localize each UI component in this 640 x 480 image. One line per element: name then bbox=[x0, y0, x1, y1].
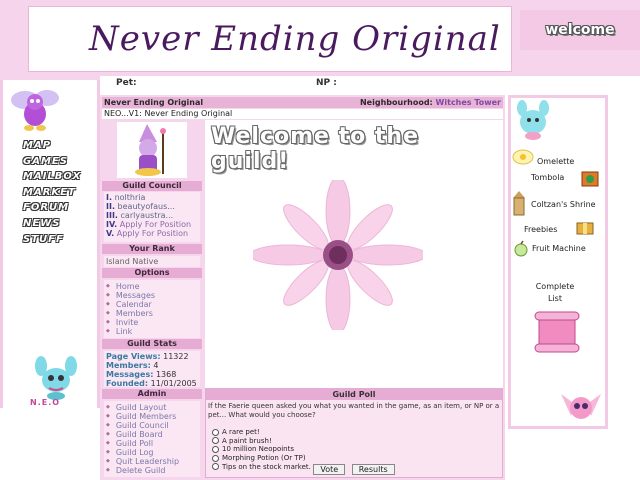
stat-founded: Founded: 11/01/2005 bbox=[106, 379, 197, 388]
council-member: III. carlyaustra... bbox=[106, 211, 174, 220]
neighbourhood-link[interactable]: Witches Tower bbox=[436, 98, 501, 107]
rank-header: Your Rank bbox=[102, 244, 202, 254]
witch-pet-icon bbox=[135, 124, 166, 176]
scroll-icon bbox=[534, 311, 580, 353]
nav-news[interactable]: NEWS bbox=[23, 218, 81, 234]
banner-logo: Never Ending Original bbox=[89, 19, 501, 59]
shrine-icon bbox=[513, 191, 525, 216]
welcome-heading: Welcome to the guild! bbox=[211, 124, 419, 174]
vote-button[interactable]: Vote bbox=[313, 464, 346, 475]
guild-poll: Guild Poll If the Faerie queen asked you… bbox=[205, 388, 503, 478]
admin-list: Guild Layout Guild Members Guild Council… bbox=[104, 401, 200, 477]
complete-list-link[interactable]: Complete List bbox=[530, 281, 580, 305]
admin-guild-poll[interactable]: Guild Poll bbox=[106, 439, 198, 448]
fruit-machine-link[interactable]: Fruit Machine bbox=[532, 244, 586, 253]
poll-option[interactable]: 10 million Neopoints bbox=[212, 445, 311, 454]
bat-pet-icon bbox=[561, 394, 601, 419]
council-member-link[interactable]: nolthria bbox=[115, 193, 146, 202]
poll-buttons: Vote Results bbox=[206, 464, 502, 476]
omelette-link[interactable]: Omelette bbox=[537, 157, 574, 166]
council-member-link[interactable]: beautyofaus... bbox=[118, 202, 175, 211]
poll-option[interactable]: A rare pet! bbox=[212, 428, 311, 437]
option-link[interactable]: Link bbox=[106, 327, 198, 336]
option-home[interactable]: Home bbox=[106, 282, 198, 291]
admin-delete-guild[interactable]: Delete Guild bbox=[106, 466, 198, 475]
admin-guild-members[interactable]: Guild Members bbox=[106, 412, 198, 421]
stat-messages: Messages: 1368 bbox=[106, 370, 177, 379]
apply-position-link[interactable]: Apply For Position bbox=[117, 229, 188, 238]
option-calendar[interactable]: Calendar bbox=[106, 300, 198, 309]
freebies-link[interactable]: Freebies bbox=[524, 225, 557, 234]
guild-banner: Never Ending Original bbox=[28, 6, 512, 72]
faerie-pet-icon bbox=[11, 90, 59, 131]
neighbourhood-label: Neighbourhood: bbox=[359, 98, 433, 107]
option-members[interactable]: Members bbox=[106, 309, 198, 318]
guild-name: Never Ending Original bbox=[104, 98, 204, 107]
freebies-icon bbox=[576, 222, 594, 235]
stats-header: Guild Stats bbox=[102, 339, 202, 349]
breadcrumb: NEO...V1: Never Ending Original bbox=[102, 109, 503, 119]
radio-button[interactable] bbox=[212, 437, 219, 445]
omelette-icon bbox=[512, 149, 534, 165]
option-messages[interactable]: Messages bbox=[106, 291, 198, 300]
council-header: Guild Council bbox=[102, 181, 202, 191]
poll-option[interactable]: Morphing Potion (Or TP) bbox=[212, 454, 311, 463]
options-list: Home Messages Calendar Members Invite Li… bbox=[104, 280, 200, 338]
council-member: II. beautyofaus... bbox=[106, 202, 175, 211]
radio-button[interactable] bbox=[212, 445, 219, 453]
nav-stuff[interactable]: STUFF bbox=[23, 234, 81, 250]
tombola-icon bbox=[581, 171, 599, 187]
aisha-pet-icon bbox=[35, 356, 77, 400]
apply-position-link[interactable]: Apply For Position bbox=[120, 220, 191, 229]
poll-option[interactable]: A paint brush! bbox=[212, 437, 311, 446]
option-invite[interactable]: Invite bbox=[106, 318, 198, 327]
admin-guild-board[interactable]: Guild Board bbox=[106, 430, 198, 439]
right-sidebar bbox=[508, 95, 608, 429]
np-label: NP : bbox=[316, 78, 337, 88]
nav-map[interactable]: MAP bbox=[23, 140, 81, 156]
nav-forum[interactable]: FORUM bbox=[23, 202, 81, 218]
admin-guild-layout[interactable]: Guild Layout bbox=[106, 403, 198, 412]
stat-members: Members: 4 bbox=[106, 361, 159, 370]
stat-page-views: Page Views: 11322 bbox=[106, 352, 189, 361]
guild-avatar bbox=[117, 122, 187, 178]
options-header: Options bbox=[102, 268, 202, 278]
fruit-icon bbox=[514, 240, 528, 257]
admin-quit-leadership[interactable]: Quit Leadership bbox=[106, 457, 198, 466]
main-nav: MAP GAMES MAILBOX MARKET FORUM NEWS STUF… bbox=[23, 140, 81, 249]
pet-info-bar bbox=[100, 76, 640, 90]
pink-flower-image bbox=[253, 180, 423, 330]
tombola-link[interactable]: Tombola bbox=[531, 173, 564, 182]
nav-mailbox[interactable]: MAILBOX bbox=[23, 171, 81, 187]
council-member: I. nolthria bbox=[106, 193, 146, 202]
welcome-badge: welcome bbox=[545, 22, 615, 38]
nav-market[interactable]: MARKET bbox=[23, 187, 81, 203]
guild-title-bar: Never Ending Original Neighbourhood: Wit… bbox=[102, 97, 503, 108]
poll-header: Guild Poll bbox=[206, 389, 502, 400]
pet-label: Pet: bbox=[116, 78, 137, 88]
council-apply: V. Apply For Position bbox=[106, 229, 189, 238]
neighbourhood: Neighbourhood: Witches Tower bbox=[360, 98, 501, 107]
kacheek-pet-icon bbox=[517, 100, 549, 140]
results-button[interactable]: Results bbox=[351, 464, 395, 475]
neo-footer-logo: N.E.O bbox=[30, 398, 61, 407]
council-list: I. nolthria II. beautyofaus... III. carl… bbox=[104, 192, 200, 242]
poll-question: If the Faerie queen asked you what you w… bbox=[208, 402, 500, 419]
nav-games[interactable]: GAMES bbox=[23, 156, 81, 172]
stats-list: Page Views: 11322 Members: 4 Messages: 1… bbox=[104, 351, 200, 388]
admin-guild-council[interactable]: Guild Council bbox=[106, 421, 198, 430]
council-member-link[interactable]: carlyaustra... bbox=[121, 211, 174, 220]
coltzans-shrine-link[interactable]: Coltzan's Shrine bbox=[531, 200, 596, 209]
radio-button[interactable] bbox=[212, 454, 219, 462]
rank-value: Island Native bbox=[104, 256, 200, 267]
council-apply: IV. Apply For Position bbox=[106, 220, 192, 229]
left-sidebar: MAP GAMES MAILBOX MARKET FORUM NEWS STUF… bbox=[0, 80, 100, 408]
admin-guild-log[interactable]: Guild Log bbox=[106, 448, 198, 457]
radio-button[interactable] bbox=[212, 428, 219, 436]
admin-header: Admin bbox=[102, 389, 202, 399]
